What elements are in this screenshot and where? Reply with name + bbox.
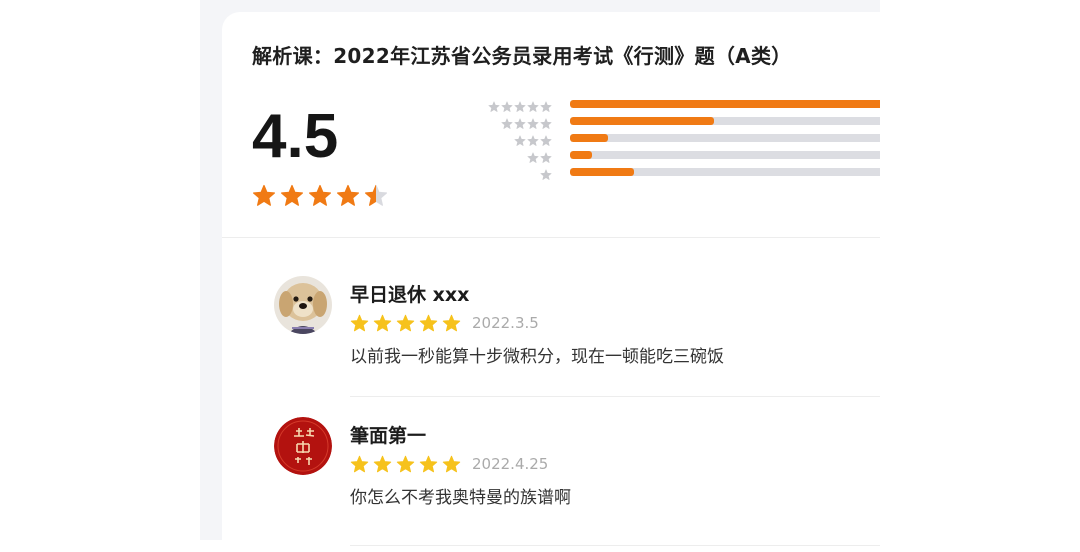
distribution-bar-fill — [570, 168, 634, 176]
star-icon — [364, 184, 388, 212]
star-icon — [308, 184, 332, 212]
distribution-bar-track — [570, 117, 880, 125]
rating-distribution — [480, 96, 880, 181]
distribution-stars — [540, 166, 552, 185]
review-stars — [350, 314, 461, 337]
reviewer-name[interactable]: 早日退休 xxx — [350, 280, 469, 307]
course-rating-card: 解析课：2022年江苏省公务员录用考试《行测》题（A类） 4.5 早日退休 xx… — [222, 12, 880, 552]
distribution-row-1-star — [480, 164, 880, 181]
star-icon — [350, 455, 369, 478]
distribution-bar-fill — [570, 100, 880, 108]
distribution-bar-track — [570, 168, 880, 176]
review-text: 你怎么不考我奥特曼的族谱啊 — [350, 488, 571, 508]
course-title: 解析课：2022年江苏省公务员录用考试《行测》题（A类） — [252, 44, 792, 68]
distribution-row-2-star — [480, 147, 880, 164]
distribution-row-4-star — [480, 113, 880, 130]
distribution-bar-fill — [570, 134, 609, 142]
star-icon — [252, 184, 276, 212]
star-icon — [373, 455, 392, 478]
review-text: 以前我一秒能算十步微积分，现在一顿能吃三碗饭 — [350, 347, 724, 367]
review-stars — [350, 455, 461, 478]
star-icon — [396, 455, 415, 478]
review-divider — [350, 545, 880, 546]
star-icon — [419, 314, 438, 337]
distribution-row-3-star — [480, 130, 880, 147]
distribution-row-5-star — [480, 96, 880, 113]
section-divider — [222, 237, 880, 238]
star-icon — [336, 184, 360, 212]
review-date: 2022.3.5 — [472, 314, 539, 332]
distribution-bar-track — [570, 134, 880, 142]
review-date: 2022.4.25 — [472, 455, 549, 473]
star-icon — [419, 455, 438, 478]
review-divider — [350, 396, 880, 397]
distribution-bar-track — [570, 151, 880, 159]
star-icon — [373, 314, 392, 337]
distribution-bar-track — [570, 100, 880, 108]
red-calligraphy-avatar[interactable] — [274, 417, 332, 475]
star-icon — [280, 184, 304, 212]
average-stars — [252, 184, 388, 212]
distribution-bar-fill — [570, 151, 593, 159]
star-icon — [396, 314, 415, 337]
distribution-bar-fill — [570, 117, 714, 125]
star-icon — [442, 314, 461, 337]
star-icon — [442, 455, 461, 478]
star-icon — [540, 166, 552, 185]
star-icon — [350, 314, 369, 337]
average-score: 4.5 — [252, 102, 339, 171]
reviewer-name[interactable]: 筆面第一 — [350, 421, 426, 448]
golden-retriever-avatar[interactable] — [274, 276, 332, 334]
